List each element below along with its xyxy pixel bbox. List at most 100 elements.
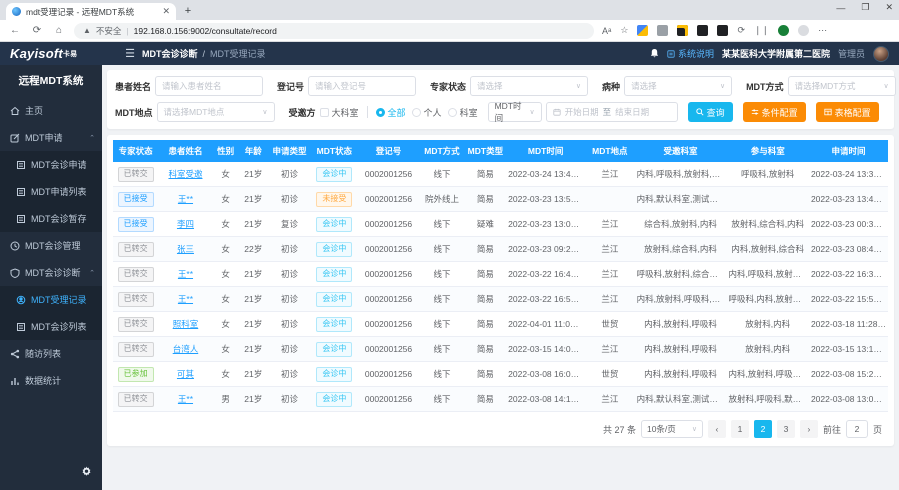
user-avatar[interactable] — [873, 46, 889, 62]
condition-config-button[interactable]: 条件配置 — [743, 102, 806, 122]
page-size-select[interactable]: 10条/页∨ — [641, 420, 703, 438]
table-cell: 兰江 — [585, 387, 635, 412]
page-button-3[interactable]: 3 — [777, 420, 795, 438]
chevron-up-icon: ⌃ — [89, 134, 95, 142]
mdt-status-tag: 会诊中 — [316, 392, 352, 407]
patient-name-link[interactable]: 王** — [178, 194, 193, 204]
radio-option[interactable]: 科室 — [448, 106, 478, 119]
table-cell: 2022-03-23 13:00:00 — [506, 212, 585, 237]
patient-name-link[interactable]: 王** — [178, 294, 193, 304]
refresh-icon[interactable]: ⟳ — [30, 25, 44, 36]
mdt-place-select[interactable]: 请选择MDT地点∨ — [157, 102, 275, 122]
sidebar-item-1[interactable]: MDT申请⌃ — [0, 124, 102, 151]
header-right: 系统说明 某某医科大学附属第二医院 管理员 — [650, 46, 899, 62]
home-icon[interactable]: ⌂ — [52, 25, 66, 36]
date-range-picker[interactable]: 开始日期 至 结束日期 — [546, 102, 678, 122]
extension-icon[interactable] — [657, 25, 668, 36]
extension-icon[interactable] — [677, 25, 688, 36]
notification-bell-icon[interactable] — [650, 48, 659, 60]
table-cell: 张三 — [158, 237, 213, 262]
browser-profile-icon[interactable] — [798, 25, 809, 36]
tab-close-icon[interactable]: ✕ — [162, 6, 170, 17]
patient-name-link[interactable]: 李四 — [177, 219, 194, 229]
table-cell: 2022-03-22 16:40:00 — [506, 262, 585, 287]
patient-name-input[interactable]: 请输入患者姓名 — [155, 76, 263, 96]
system-help-link[interactable]: 系统说明 — [667, 47, 714, 60]
sidebar-subitem[interactable]: MDT受理记录 — [0, 286, 102, 313]
table-cell: 复诊 — [268, 212, 311, 237]
page-button-1[interactable]: 1 — [731, 420, 749, 438]
mdt-status-tag: 会诊中 — [316, 317, 352, 332]
table-cell: 2022-03-23 13:50:00 — [506, 187, 585, 212]
query-button[interactable]: 查询 — [688, 102, 733, 122]
sidebar-item-4[interactable]: 随访列表 — [0, 340, 102, 367]
patient-name-link[interactable]: 可其 — [177, 369, 194, 379]
sidebar-item-label: 随访列表 — [25, 347, 61, 360]
sidebar-item-3[interactable]: MDT会诊诊断⌃ — [0, 259, 102, 286]
menu-item-icon — [16, 322, 26, 332]
table-cell: 女 — [213, 312, 239, 337]
table-row: 已转交台湾人女21岁初诊会诊中0002001256线下简易2022-03-15 … — [113, 337, 888, 362]
split-screen-icon[interactable]: ❘❘ — [754, 25, 769, 36]
collections-icon[interactable]: ⟳ — [737, 25, 745, 36]
sidebar-subitem[interactable]: MDT会诊列表 — [0, 313, 102, 340]
table-cell: 2022-03-24 13:37:44 — [809, 162, 888, 187]
table-row: 已接受李四女21岁复诊会诊中0002001256线下疑难2022-03-23 1… — [113, 212, 888, 237]
more-menu-icon[interactable]: ⋯ — [818, 25, 827, 36]
expert-status-select[interactable]: 请选择∨ — [470, 76, 588, 96]
breadcrumb-section[interactable]: MDT会诊诊断 — [142, 47, 198, 60]
extension-icon[interactable] — [717, 25, 728, 36]
table-cell: 线下 — [419, 212, 464, 237]
sidebar-item-2[interactable]: MDT会诊管理 — [0, 232, 102, 259]
radio-label: 科室 — [460, 106, 478, 119]
extension-icon[interactable] — [778, 25, 789, 36]
table-cell: 线下 — [419, 362, 464, 387]
patient-name-link[interactable]: 照科室 — [173, 319, 199, 329]
table-row: 已参加可其女21岁初诊会诊中0002001256线下简易2022-03-08 1… — [113, 362, 888, 387]
read-aloud-icon[interactable]: Aᵃ — [602, 26, 611, 36]
table-cell: 院外线上 — [419, 187, 464, 212]
patient-name-link[interactable]: 台湾人 — [173, 344, 199, 354]
radio-selected[interactable]: 全部 — [376, 106, 406, 119]
table-cell: 兰江 — [585, 262, 635, 287]
extension-icon[interactable] — [637, 25, 648, 36]
page-button-2[interactable]: 2 — [754, 420, 772, 438]
patient-name-link[interactable]: 王** — [178, 269, 193, 279]
sidebar-item-5[interactable]: 数据统计 — [0, 367, 102, 394]
sidebar-subitem[interactable]: MDT申请列表 — [0, 178, 102, 205]
big-dept-checkbox[interactable]: 大科室 — [320, 106, 359, 119]
window-close-button[interactable]: ✕ — [885, 2, 893, 13]
extension-icon[interactable] — [697, 25, 708, 36]
settings-gear-icon[interactable] — [81, 464, 92, 482]
patient-name-link[interactable]: 张三 — [177, 244, 194, 254]
table-cell: 已转交 — [113, 262, 158, 287]
sidebar-subitem[interactable]: MDT会诊申请 — [0, 151, 102, 178]
sidebar-subitem[interactable]: MDT会诊暂存 — [0, 205, 102, 232]
time-field-select[interactable]: MDT时间∨ — [488, 102, 542, 122]
chevron-down-icon: ∨ — [878, 82, 888, 90]
radio-option[interactable]: 个人 — [412, 106, 442, 119]
mdt-mode-label: MDT方式 — [746, 80, 784, 93]
window-maximize-button[interactable]: ❐ — [861, 2, 869, 13]
window-minimize-button[interactable]: — — [836, 3, 845, 13]
patient-name-link[interactable]: 科室受邀 — [168, 169, 202, 179]
url-bar[interactable]: ▲ 不安全 | 192.168.0.156:9002/consultate/re… — [74, 23, 594, 39]
table-cell: 男 — [213, 387, 239, 412]
reg-no-input[interactable]: 请输入登记号 — [308, 76, 416, 96]
favorite-star-icon[interactable]: ☆ — [620, 25, 628, 36]
back-icon[interactable]: ← — [8, 25, 22, 36]
goto-page-input[interactable]: 2 — [846, 420, 868, 438]
mdt-mode-select[interactable]: 请选择MDT方式∨ — [788, 76, 896, 96]
table-config-button[interactable]: 表格配置 — [816, 102, 879, 122]
patient-name-link[interactable]: 王** — [178, 394, 193, 404]
sidebar-item-0[interactable]: 主页 — [0, 97, 102, 124]
filter-mdt-place: MDT地点 请选择MDT地点∨ — [115, 102, 275, 122]
disease-select[interactable]: 请选择∨ — [624, 76, 732, 96]
table-cell: 女 — [213, 212, 239, 237]
collapse-sidebar-icon[interactable]: ☰ — [118, 47, 142, 60]
new-tab-button[interactable]: + — [180, 3, 196, 19]
prev-page-button[interactable]: ‹ — [708, 420, 726, 438]
browser-tab[interactable]: mdt受理记录 - 远程MDT系统 ✕ — [6, 3, 176, 20]
table-cell: 2022-03-23 13:41:45 — [809, 187, 888, 212]
next-page-button[interactable]: › — [800, 420, 818, 438]
